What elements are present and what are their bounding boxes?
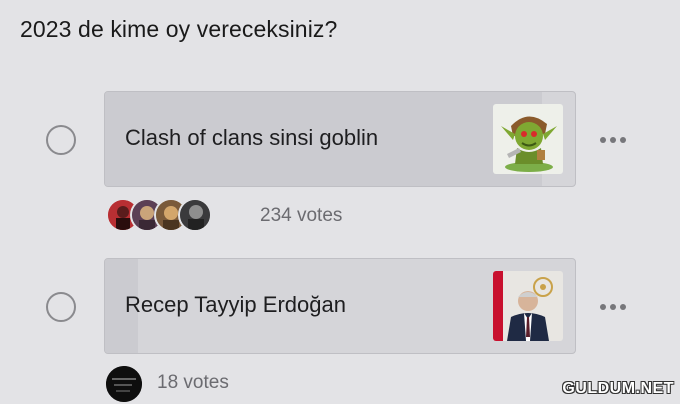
option-2-voter-avatars[interactable] [104, 364, 144, 404]
watermark-logo: GULDUM.NET [562, 380, 674, 397]
option-2-radio[interactable] [46, 292, 76, 322]
option-1-label: Clash of clans sinsi goblin [125, 125, 379, 150]
more-options-icon[interactable] [600, 304, 626, 310]
poll-question: 2023 de kime oy vereceksiniz? [20, 16, 338, 42]
poll-option-2[interactable]: Recep Tayyip Erdoğan [104, 258, 576, 354]
option-2-label: Recep Tayyip Erdoğan [125, 292, 346, 317]
option-1-voter-avatars[interactable] [106, 198, 212, 232]
poll-option-1[interactable]: Clash of clans sinsi goblin [104, 91, 576, 187]
more-options-icon[interactable] [600, 137, 626, 143]
goblin-image [493, 104, 563, 174]
option-1-radio[interactable] [46, 125, 76, 155]
erdogan-image [493, 271, 563, 341]
avatar [104, 364, 144, 404]
option-1-vote-count[interactable]: 234 votes [260, 205, 342, 227]
option-2-vote-count[interactable]: 18 votes [157, 372, 229, 394]
avatar [178, 198, 212, 232]
